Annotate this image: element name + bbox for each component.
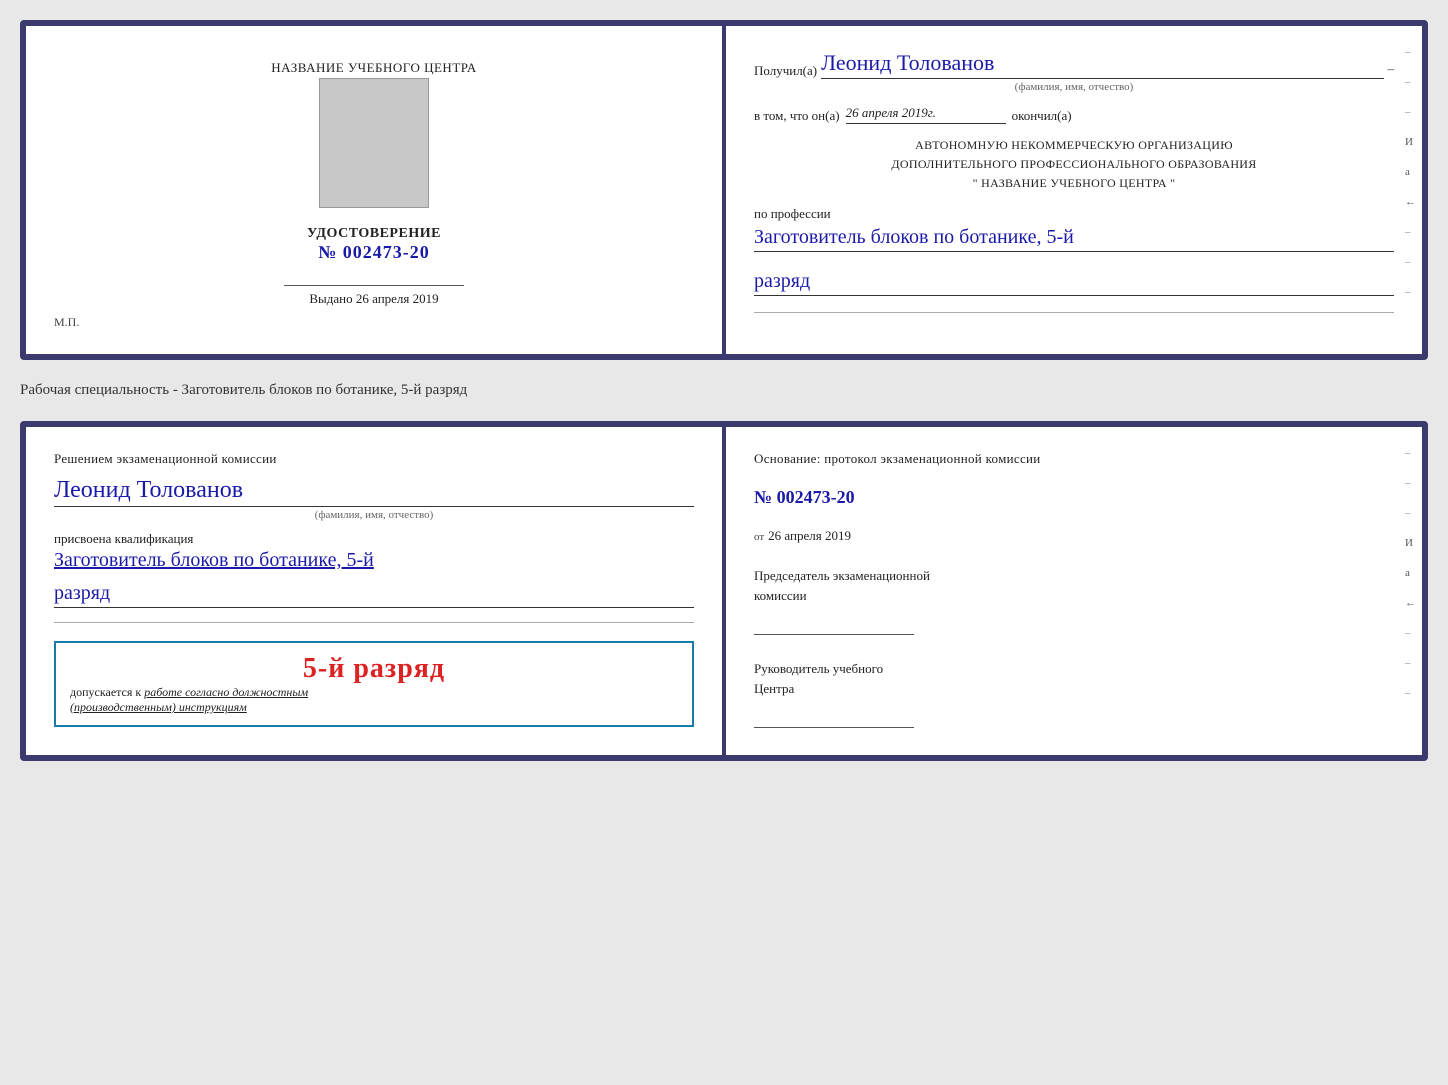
doc2-chairman-block: Председатель экзаменационной комиссии [754, 566, 1394, 635]
document-card-top: НАЗВАНИЕ УЧЕБНОГО ЦЕНТРА УДОСТОВЕРЕНИЕ №… [20, 20, 1428, 360]
doc2-stamp-admitted-block: допускается к работе согласно должностны… [70, 685, 678, 700]
doc2-dash-line [54, 622, 694, 623]
doc2-right-panel: Основание: протокол экзаменационной коми… [726, 427, 1422, 755]
doc2-director-line1: Руководитель учебного [754, 661, 883, 676]
doc1-dash-after-name: – [1388, 61, 1395, 79]
doc1-rank-block: разряд [754, 264, 1394, 296]
doc2-director-block: Руководитель учебного Центра [754, 659, 1394, 728]
doc1-signature-divider [284, 285, 464, 286]
doc1-recipient-name: Леонид Толованов [821, 50, 1383, 79]
doc1-org-line2: ДОПОЛНИТЕЛЬНОГО ПРОФЕССИОНАЛЬНОГО ОБРАЗО… [754, 155, 1394, 174]
doc2-left-panel: Решением экзаменационной комиссии Леонид… [26, 427, 722, 755]
doc1-org-line1: АВТОНОМНУЮ НЕКОММЕРЧЕСКУЮ ОРГАНИЗАЦИЮ [754, 136, 1394, 155]
doc2-director-label: Руководитель учебного Центра [754, 659, 1394, 698]
doc1-profession-label: по профессии [754, 206, 831, 221]
page-wrapper: НАЗВАНИЕ УЧЕБНОГО ЦЕНТРА УДОСТОВЕРЕНИЕ №… [20, 20, 1428, 761]
doc2-from-date-line: от 26 апреля 2019 [754, 528, 1394, 544]
doc2-qualification-label: присвоена квалификация [54, 531, 193, 546]
doc1-recipient-prefix: Получил(а) [754, 63, 817, 79]
doc2-chairman-line2: комиссии [754, 588, 807, 603]
doc2-side-marks: – – – И а ← – – – [1405, 447, 1416, 699]
doc2-protocol-number: № 002473-20 [754, 487, 1394, 508]
doc1-issued-block: Выдано 26 апреля 2019 [309, 291, 438, 307]
doc2-stamp-instructions-block: (производственным) инструкциям [70, 700, 678, 715]
doc1-photo-placeholder [319, 78, 429, 208]
doc1-date-line: в том, что он(а) 26 апреля 2019г. окончи… [754, 105, 1394, 124]
doc1-training-center-label: НАЗВАНИЕ УЧЕБНОГО ЦЕНТРА [271, 60, 476, 76]
doc1-cert-block: УДОСТОВЕРЕНИЕ № 002473-20 [307, 226, 441, 263]
doc1-issued-date: 26 апреля 2019 [356, 291, 439, 306]
doc1-rank-value: разряд [754, 270, 1394, 296]
doc1-stamp-label: М.П. [54, 315, 79, 329]
doc1-issued-label: Выдано [309, 291, 352, 306]
doc1-profession-value: Заготовитель блоков по ботанике, 5-й [754, 226, 1394, 252]
doc1-side-marks: – – – И а ← – – – [1405, 46, 1416, 298]
middle-specialty-label: Рабочая специальность - Заготовитель бло… [20, 378, 1428, 403]
doc2-chairman-label: Председатель экзаменационной комиссии [754, 566, 1394, 605]
doc1-cert-number: № 002473-20 [307, 242, 441, 263]
doc1-date-suffix: окончил(а) [1012, 108, 1072, 124]
doc2-stamp-admitted: допускается к [70, 685, 141, 699]
doc1-right-panel: Получил(а) Леонид Толованов – (фамилия, … [726, 26, 1422, 354]
doc2-from-prefix: от [754, 531, 764, 543]
doc1-cert-label: УДОСТОВЕРЕНИЕ [307, 226, 441, 242]
doc2-basis-text: Основание: протокол экзаменационной коми… [754, 451, 1394, 467]
doc2-from-date: 26 апреля 2019 [768, 528, 851, 544]
doc1-stamp-area: М.П. [54, 315, 79, 330]
doc2-decision-text: Решением экзаменационной комиссии [54, 451, 694, 467]
doc2-person-block: Леонид Толованов (фамилия, имя, отчество… [54, 477, 694, 521]
doc2-chairman-line1: Председатель экзаменационной [754, 568, 930, 583]
doc2-stamp-work: работе согласно должностным [144, 685, 308, 699]
doc2-fio-subtext: (фамилия, имя, отчество) [54, 509, 694, 521]
doc1-org-line3: " НАЗВАНИЕ УЧЕБНОГО ЦЕНТРА " [754, 174, 1394, 193]
doc2-rank-block: разряд [54, 582, 694, 608]
doc2-director-line2: Центра [754, 681, 794, 696]
doc1-recipient-line: Получил(а) Леонид Толованов – [754, 50, 1394, 79]
doc2-rank-value: разряд [54, 582, 694, 608]
doc1-date-prefix: в том, что он(а) [754, 108, 840, 124]
doc2-stamp-rank: 5-й разряд [70, 653, 678, 685]
doc1-date-value: 26 апреля 2019г. [846, 105, 1006, 124]
doc2-stamp-instructions: (производственным) инструкциям [70, 700, 247, 714]
doc2-stamp-box: 5-й разряд допускается к работе согласно… [54, 641, 694, 727]
doc2-chairman-signature-line [754, 611, 914, 635]
doc1-recipient-block: Получил(а) Леонид Толованов – (фамилия, … [754, 50, 1394, 93]
document-card-bottom: Решением экзаменационной комиссии Леонид… [20, 421, 1428, 761]
doc1-org-block: АВТОНОМНУЮ НЕКОММЕРЧЕСКУЮ ОРГАНИЗАЦИЮ ДО… [754, 136, 1394, 194]
doc1-bottom-line [754, 312, 1394, 313]
doc2-director-signature-line [754, 704, 914, 728]
doc2-qualification-block: присвоена квалификация Заготовитель блок… [54, 531, 694, 572]
doc1-profession-block: по профессии Заготовитель блоков по бота… [754, 206, 1394, 252]
doc1-fio-subtext: (фамилия, имя, отчество) [754, 81, 1394, 93]
doc2-qualification-value: Заготовитель блоков по ботанике, 5-й [54, 549, 694, 572]
doc2-person-name: Леонид Толованов [54, 477, 694, 507]
doc1-left-panel: НАЗВАНИЕ УЧЕБНОГО ЦЕНТРА УДОСТОВЕРЕНИЕ №… [26, 26, 722, 354]
